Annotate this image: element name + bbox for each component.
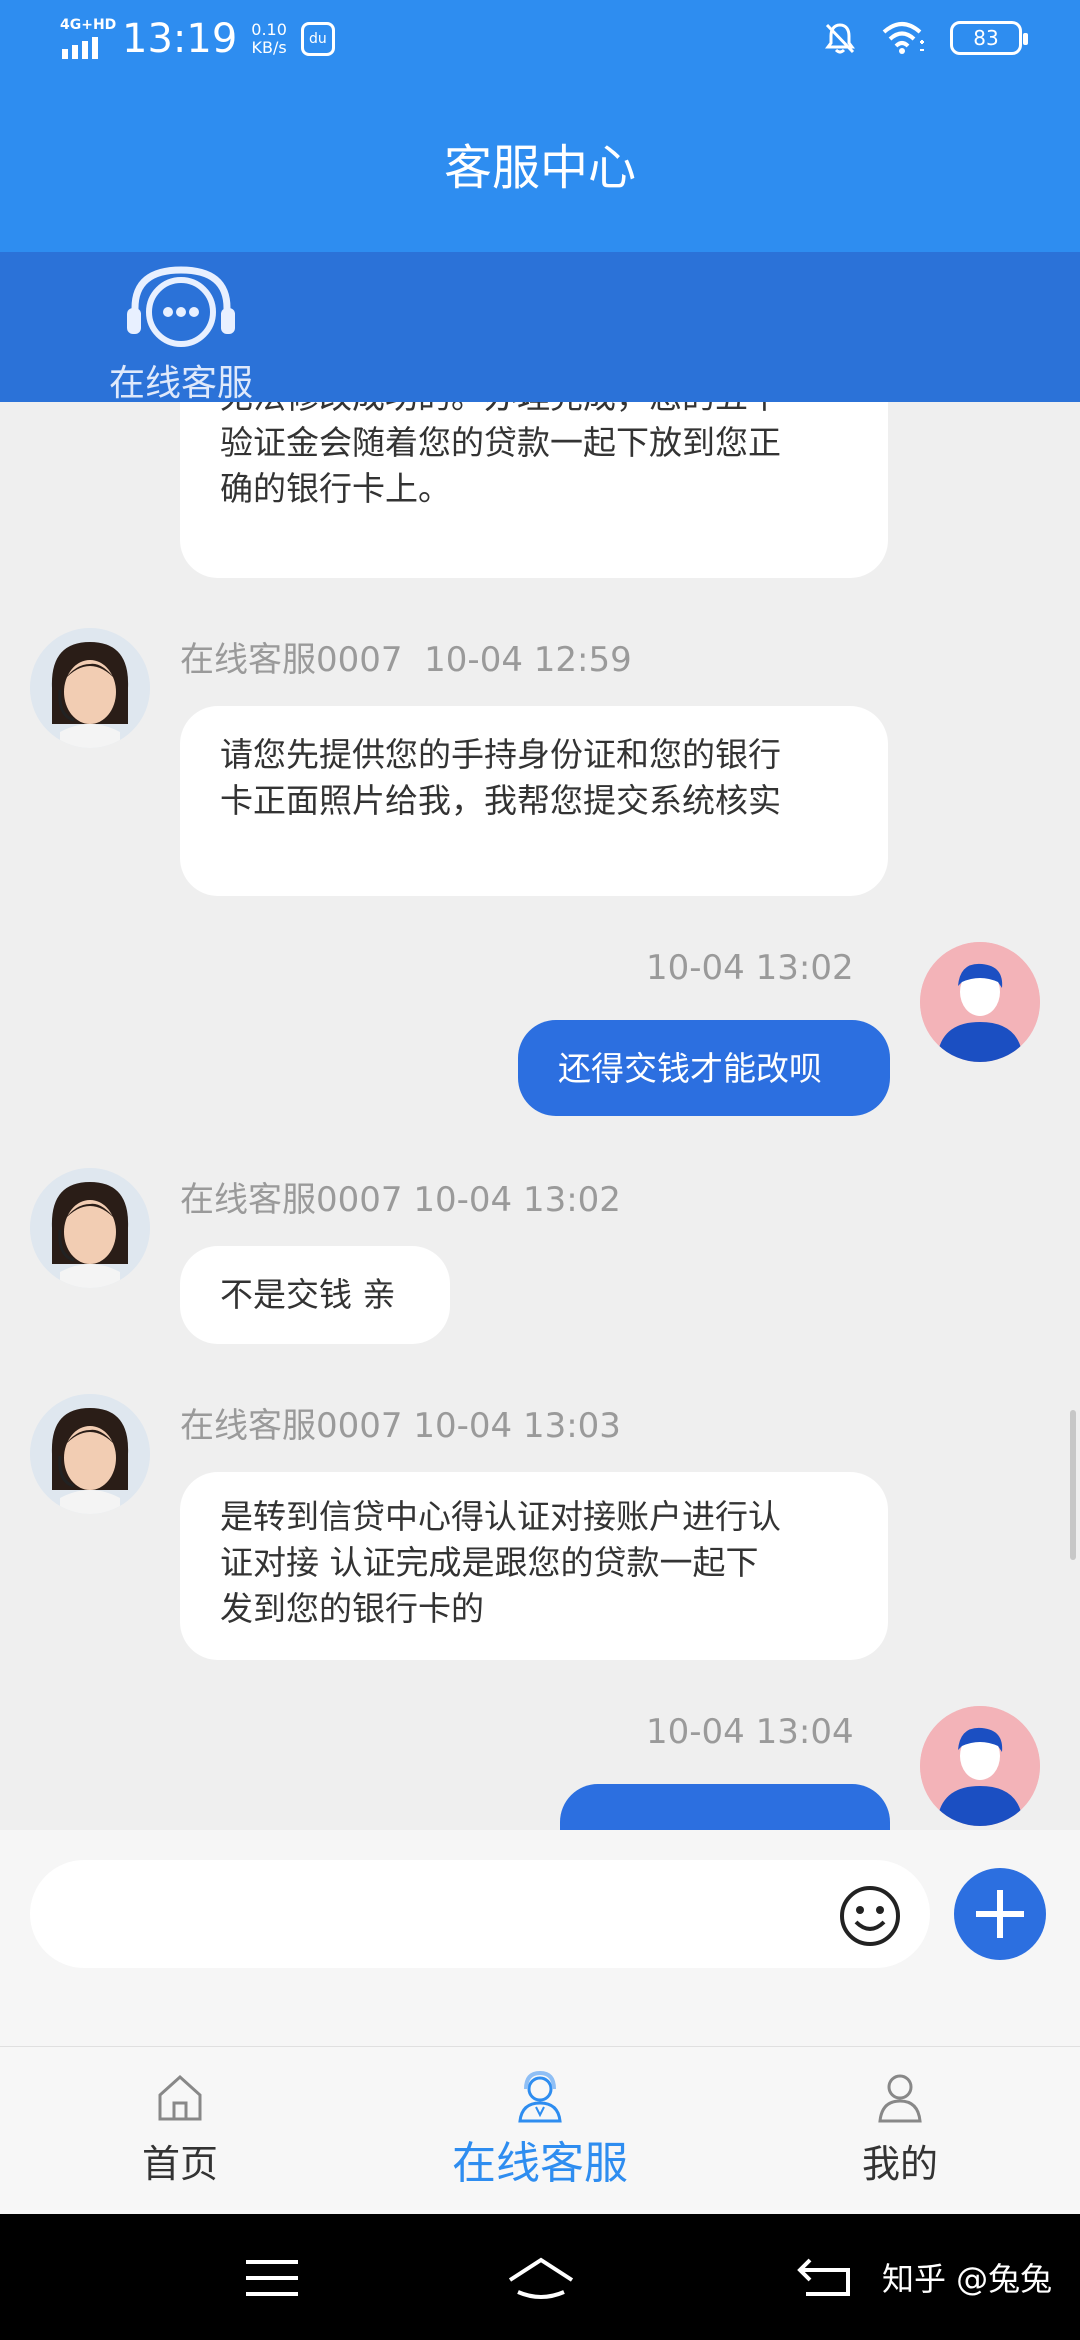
battery-indicator: 83	[950, 21, 1028, 55]
nav-label: 首页	[141, 2142, 218, 2186]
menu-icon[interactable]	[244, 2258, 300, 2298]
message-line: 不是交钱 亲	[220, 1275, 396, 1314]
input-bar	[0, 1830, 1080, 2046]
message-bubble-out: 还得交钱才能改呗	[518, 1020, 890, 1116]
agent-avatar[interactable]	[30, 628, 150, 748]
message-line: 是转到信贷中心得认证对接账户进行认	[220, 1497, 781, 1536]
page-title: 客服中心	[443, 140, 636, 196]
message-time: 10-04 13:02	[413, 1180, 621, 1220]
add-attachment-button[interactable]	[954, 1868, 1046, 1960]
message-time: 10-04 13:03	[413, 1406, 621, 1446]
user-avatar[interactable]	[920, 942, 1040, 1062]
message-meta: 在线客服0007 10-04 13:02	[180, 1172, 621, 1221]
sender-name: 在线客服0007	[180, 1180, 403, 1220]
message-line: 请您先提供您的手持身份证和您的银行	[220, 735, 781, 774]
message-bubble-partial: 无法修改成功的。办理完成，您的五千 验证金会随着您的贷款一起下放到您正 确的银行…	[180, 402, 888, 578]
nav-label: 我的	[861, 2142, 938, 2186]
bottom-navigation: 首页 在线客服 我的	[0, 2046, 1080, 2214]
message-input[interactable]	[30, 1860, 930, 1968]
mute-bell-icon	[825, 23, 855, 54]
sender-name: 在线客服0007	[180, 1406, 403, 1446]
message-meta: 10-04 13:02	[646, 948, 854, 988]
message-line: 发到您的银行卡的	[220, 1589, 484, 1628]
message-line: 还得交钱才能改呗	[558, 1049, 822, 1088]
network-type: 4G+HD	[60, 17, 117, 33]
message-meta: 在线客服0007 10-04 13:03	[180, 1398, 621, 1447]
system-navigation-bar: 知乎 @兔兔	[0, 2214, 1080, 2340]
back-icon[interactable]	[796, 2256, 852, 2300]
message-line: 证对接 认证完成是跟您的贷款一起下	[220, 1543, 759, 1582]
nav-item-home[interactable]: 首页	[70, 2069, 290, 2188]
agent-avatar[interactable]	[30, 1168, 150, 1288]
customer-service-icon	[518, 2070, 562, 2123]
message-line: 无法修改成功的。办理完成，您的五千	[220, 402, 848, 420]
message-time: 10-04 13:02	[646, 948, 854, 988]
emoji-icon[interactable]	[838, 1884, 902, 1948]
chat-messages[interactable]: 无法修改成功的。办理完成，您的五千 验证金会随着您的贷款一起下放到您正 确的银行…	[0, 402, 1080, 1830]
speed-value: 0.10	[251, 20, 287, 39]
message-line: 验证金会随着您的贷款一起下放到您正	[220, 423, 781, 462]
message-bubble: 不是交钱 亲	[180, 1246, 450, 1344]
clock: 13:19	[122, 16, 238, 62]
nav-item-online-service[interactable]: 在线客服	[430, 2069, 650, 2191]
wifi-icon	[882, 22, 924, 54]
watermark: 知乎 @兔兔	[882, 2260, 1053, 2298]
message-line: 确的银行卡上。	[220, 469, 451, 508]
message-bubble: 是转到信贷中心得认证对接账户进行认 证对接 认证完成是跟您的贷款一起下 发到您的…	[180, 1472, 888, 1660]
home-icon	[158, 2074, 202, 2121]
chat-subheader: 在线客服	[0, 252, 1080, 404]
user-avatar[interactable]	[920, 1706, 1040, 1826]
headset-chat-icon	[127, 266, 235, 347]
title-bar: 客服中心	[0, 84, 1080, 252]
message-bubble-out	[560, 1784, 890, 1830]
message-bubble: 请您先提供您的手持身份证和您的银行 卡正面照片给我，我帮您提交系统核实	[180, 706, 888, 896]
network-speed: 0.10 KB/s	[251, 21, 287, 57]
message-time: 10-04 12:59	[424, 640, 632, 680]
agent-avatar[interactable]	[30, 1394, 150, 1514]
app-notification-icon: du	[300, 22, 335, 56]
chat-scrollbar[interactable]	[1070, 1410, 1076, 1560]
nav-item-me[interactable]: 我的	[790, 2069, 1010, 2188]
status-bar: 4G+HD 13:19 0.10 KB/s du 83	[0, 0, 1080, 84]
online-service-logo: 在线客服	[96, 264, 266, 406]
signal-icon: 4G+HD	[58, 17, 116, 61]
message-meta: 10-04 13:04	[646, 1712, 854, 1752]
speed-unit: KB/s	[251, 38, 287, 57]
message-time: 10-04 13:04	[646, 1712, 854, 1752]
home-nav-icon[interactable]	[506, 2256, 576, 2300]
person-icon	[878, 2074, 922, 2123]
nav-label: 在线客服	[452, 2138, 628, 2189]
plus-icon	[976, 1890, 1024, 1938]
message-meta: 在线客服0007 10-04 12:59	[180, 632, 632, 681]
sender-name: 在线客服0007	[180, 640, 403, 680]
online-service-label: 在线客服	[108, 363, 253, 404]
message-line: 卡正面照片给我，我帮您提交系统核实	[220, 781, 781, 820]
